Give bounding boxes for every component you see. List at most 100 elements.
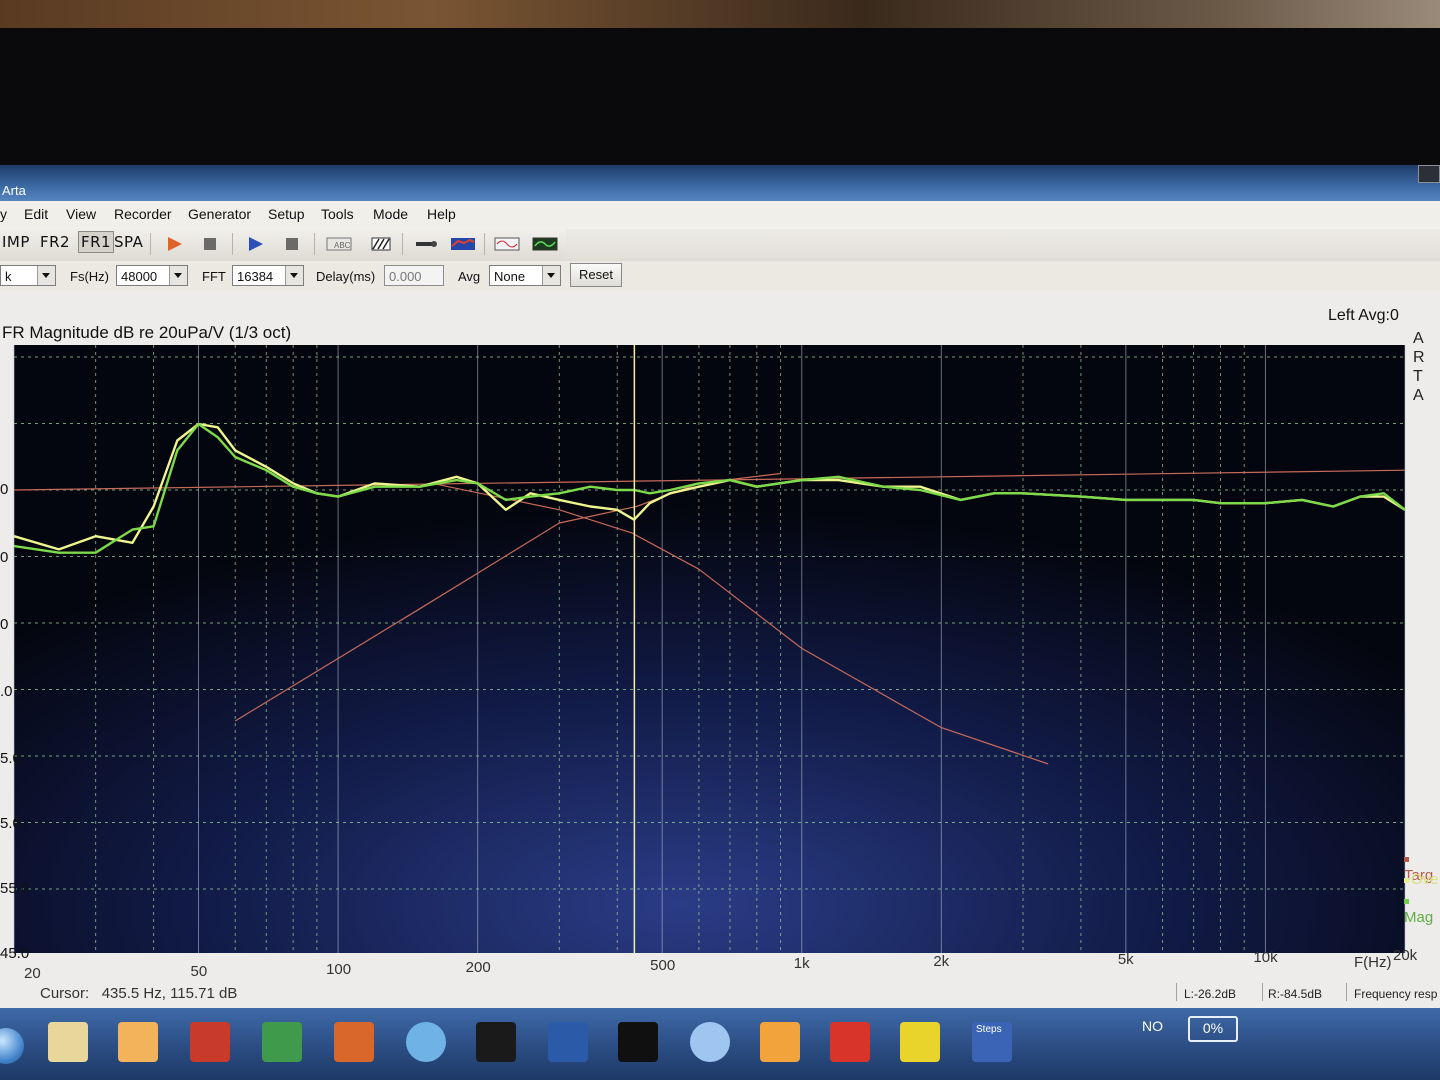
legend-overall-label: Ove: [1411, 871, 1439, 888]
x-tick-label: 10k: [1253, 949, 1278, 966]
brand-letter: R: [1413, 349, 1425, 366]
reset-button[interactable]: Reset: [570, 263, 622, 287]
fft-value: 16384: [237, 269, 274, 284]
abc-icon[interactable]: ABC: [326, 235, 352, 253]
winamp-icon[interactable]: [900, 1022, 940, 1062]
excel-icon[interactable]: [262, 1022, 302, 1062]
fs-label: Fs(Hz): [70, 269, 109, 284]
chevron-down-icon[interactable]: [285, 266, 303, 285]
x-tick-label: 5k: [1117, 951, 1134, 968]
stop-icon[interactable]: [200, 235, 222, 253]
y-tick-label: 0: [0, 549, 9, 566]
y-tick-label: 0: [0, 481, 9, 498]
office-icon[interactable]: [190, 1022, 230, 1062]
legend-magnitude: Mag: [1404, 892, 1440, 926]
menu-view[interactable]: View: [66, 206, 96, 222]
menu-file[interactable]: y: [0, 206, 7, 222]
y-tick-label: 55.0: [0, 880, 30, 897]
x-tick-label: 200: [465, 959, 491, 976]
wave-icon[interactable]: [494, 235, 520, 253]
itunes-icon[interactable]: [406, 1022, 446, 1062]
svg-text:ABC: ABC: [334, 241, 351, 250]
record-icon[interactable]: [164, 235, 186, 253]
status-divider: [1346, 983, 1347, 1001]
brand-letter: A: [1413, 387, 1424, 404]
chevron-down-icon[interactable]: [542, 266, 560, 285]
menu-setup[interactable]: Setup: [268, 206, 305, 222]
arta-icon[interactable]: [476, 1022, 516, 1062]
right-level-readout: R:-84.5dB: [1268, 987, 1323, 1001]
steps-icon[interactable]: Steps: [972, 1022, 1012, 1062]
background-wall: [0, 0, 1440, 28]
taskbar: Steps NO 0%: [0, 1008, 1440, 1080]
y-tick-label: 5.0: [0, 750, 21, 767]
fr2-mode-button[interactable]: FR2: [40, 233, 70, 251]
x-tick-label: 100: [326, 961, 352, 978]
cursor-label: Cursor:: [40, 985, 90, 1002]
probe-icon[interactable]: [414, 235, 440, 253]
x-axis-unit: F(Hz): [1354, 954, 1392, 971]
sonos-icon[interactable]: [618, 1022, 658, 1062]
hatch-icon[interactable]: [370, 235, 392, 253]
title-bar[interactable]: Arta: [0, 165, 1440, 201]
delay-label: Delay(ms): [316, 269, 376, 284]
toolbar-empty-area: [566, 229, 1440, 259]
spa-mode-button[interactable]: SPA: [114, 233, 143, 251]
menu-edit[interactable]: Edit: [24, 206, 48, 222]
play-icon[interactable]: [245, 235, 267, 253]
fs-select[interactable]: 48000: [116, 265, 188, 286]
plot-background: [14, 345, 1405, 953]
status-divider: [1262, 983, 1263, 1001]
scope-icon[interactable]: [532, 235, 558, 253]
word-icon[interactable]: [548, 1022, 588, 1062]
start-button[interactable]: [0, 1028, 24, 1064]
imp-mode-button[interactable]: IMP: [2, 233, 30, 251]
toolbar-separator: [150, 233, 151, 255]
skype-icon[interactable]: [690, 1022, 730, 1062]
input-source-value: k: [5, 269, 12, 284]
powerpoint-icon[interactable]: [334, 1022, 374, 1062]
chevron-down-icon[interactable]: [169, 266, 187, 285]
x-tick-label: 20: [24, 965, 41, 982]
left-level-readout: L:-26.2dB: [1184, 987, 1237, 1001]
menu-tools[interactable]: Tools: [321, 206, 354, 222]
brand-letter: T: [1413, 368, 1423, 385]
avg-select[interactable]: None: [489, 265, 561, 286]
stop2-icon[interactable]: [282, 235, 304, 253]
avg-label: Avg: [458, 269, 481, 284]
ccleaner-icon[interactable]: [830, 1022, 870, 1062]
y-tick-label: 0: [0, 616, 9, 633]
battery-indicator[interactable]: 0%: [1188, 1016, 1238, 1042]
y-tick-label: 5.0: [0, 815, 21, 832]
spectrum-icon[interactable]: [450, 235, 476, 253]
language-indicator[interactable]: NO: [1142, 1018, 1163, 1034]
arta-window: Arta y Edit View Recorder Generator Setu…: [0, 165, 1440, 1080]
cursor-value: 435.5 Hz, 115.71 dB: [101, 985, 238, 1002]
chevron-down-icon[interactable]: [37, 266, 55, 285]
toolbar-separator: [402, 233, 403, 255]
y-tick-label: 45.0: [0, 945, 30, 962]
menu-mode[interactable]: Mode: [373, 206, 408, 222]
x-tick-label: 500: [650, 957, 676, 974]
frequency-response-chart[interactable]: [0, 345, 1410, 955]
y-tick-label: .0: [0, 683, 13, 700]
mode-status: Frequency resp: [1354, 987, 1438, 1001]
media-player-icon[interactable]: [118, 1022, 158, 1062]
legend-magnitude-label: Mag: [1404, 909, 1434, 926]
x-tick-label: 2k: [933, 953, 950, 970]
brand-letter: A: [1413, 330, 1424, 347]
menu-recorder[interactable]: Recorder: [114, 206, 172, 222]
legend-overall: Ove: [1404, 871, 1439, 888]
explorer-icon[interactable]: [48, 1022, 88, 1062]
fr1-mode-button[interactable]: FR1: [78, 231, 115, 253]
toolbar-separator: [232, 233, 233, 255]
outlook-icon[interactable]: [760, 1022, 800, 1062]
delay-input[interactable]: 0.000: [384, 265, 444, 286]
close-button[interactable]: [1418, 165, 1440, 183]
input-source-select[interactable]: k: [0, 265, 56, 286]
menu-generator[interactable]: Generator: [188, 206, 251, 222]
fs-value: 48000: [121, 269, 158, 284]
menu-help[interactable]: Help: [427, 206, 456, 222]
menu-bar: y Edit View Recorder Generator Setup Too…: [0, 201, 1440, 227]
fft-select[interactable]: 16384: [232, 265, 304, 286]
